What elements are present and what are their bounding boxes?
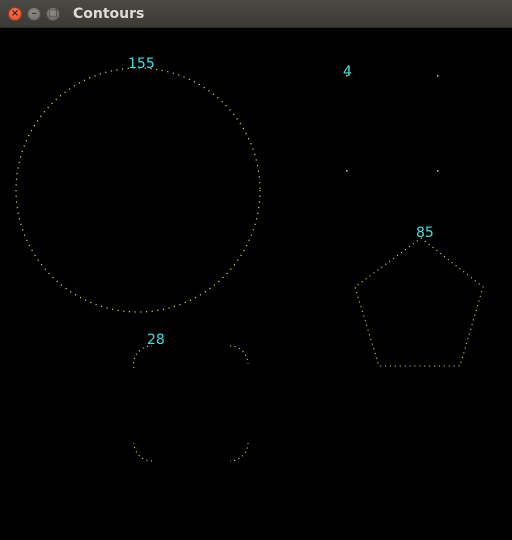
close-button[interactable]: × bbox=[8, 7, 22, 21]
window-title: Contours bbox=[73, 6, 145, 22]
minimize-icon: – bbox=[31, 8, 37, 19]
minimize-button[interactable]: – bbox=[27, 7, 41, 21]
pentagon-contour bbox=[354, 237, 484, 367]
close-icon: × bbox=[10, 8, 20, 19]
pentagon-point-count: 85 bbox=[416, 225, 434, 241]
contours-canvas: 155 4 85 28 bbox=[0, 28, 512, 540]
square-contour bbox=[346, 75, 439, 172]
maximize-button[interactable]: □ bbox=[46, 7, 60, 21]
square-point-count: 4 bbox=[343, 64, 352, 80]
rounded-square-contour bbox=[133, 345, 249, 462]
title-bar[interactable]: × – □ Contours bbox=[0, 0, 512, 28]
circle-point-count: 155 bbox=[128, 56, 155, 72]
maximize-icon: □ bbox=[48, 8, 58, 19]
contours-window: × – □ Contours 155 4 85 28 bbox=[0, 0, 512, 540]
rounded-square-point-count: 28 bbox=[147, 332, 165, 348]
contours-drawing: 155 4 85 28 bbox=[15, 56, 484, 462]
circle-contour bbox=[15, 67, 261, 313]
